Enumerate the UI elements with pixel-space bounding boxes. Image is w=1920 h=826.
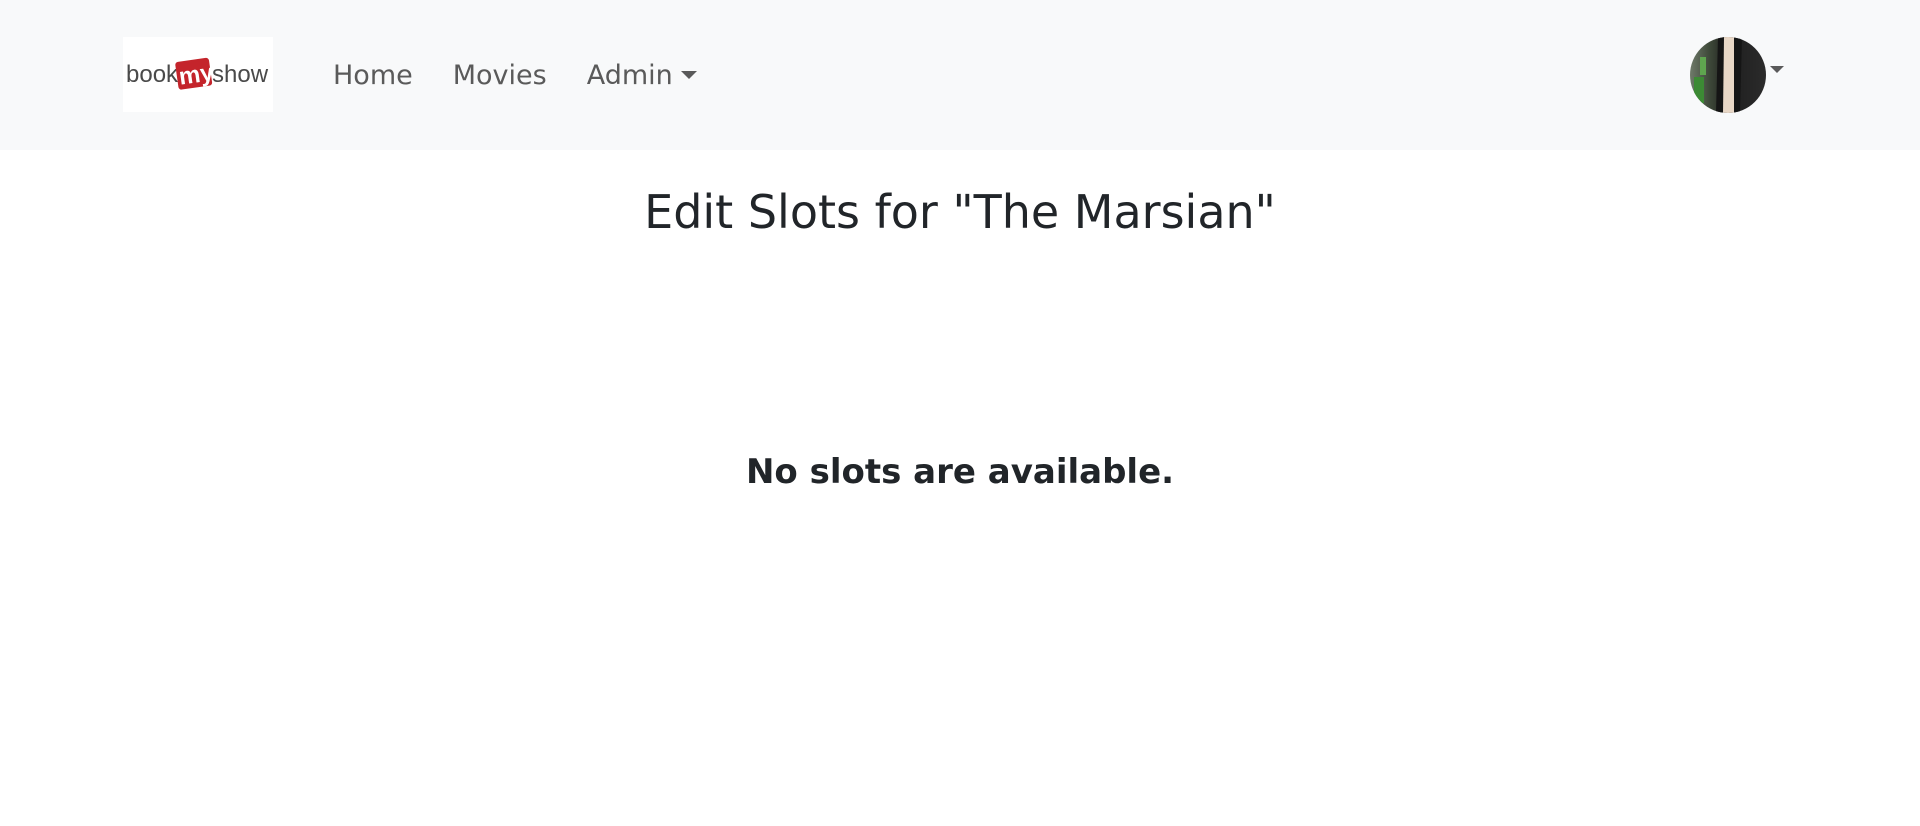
page-title: Edit Slots for "The Marsian" xyxy=(644,185,1276,239)
nav-movies-label: Movies xyxy=(452,59,547,91)
caret-down-icon xyxy=(1770,65,1784,73)
empty-state-message: No slots are available. xyxy=(745,452,1175,492)
nav-admin-label: Admin xyxy=(586,59,673,91)
bookmyshow-logo-icon: book my show xyxy=(126,57,269,91)
brand-logo[interactable]: book my show xyxy=(123,37,273,112)
nav-home-link[interactable]: Home xyxy=(333,60,413,91)
avatar xyxy=(1690,37,1766,113)
nav-movies-link[interactable]: Movies xyxy=(453,60,547,91)
svg-text:book: book xyxy=(126,61,179,88)
nav-home-label: Home xyxy=(333,59,413,91)
svg-text:my: my xyxy=(177,59,216,91)
caret-down-icon xyxy=(680,71,697,79)
nav-admin-dropdown[interactable]: Admin xyxy=(587,60,697,91)
avatar-icon xyxy=(1690,37,1766,113)
svg-text:show: show xyxy=(212,61,269,88)
user-menu-dropdown[interactable] xyxy=(1690,37,1784,113)
nav-links: Home Movies Admin xyxy=(333,55,737,95)
top-navbar: book my show Home Movies Admin xyxy=(0,0,1920,150)
